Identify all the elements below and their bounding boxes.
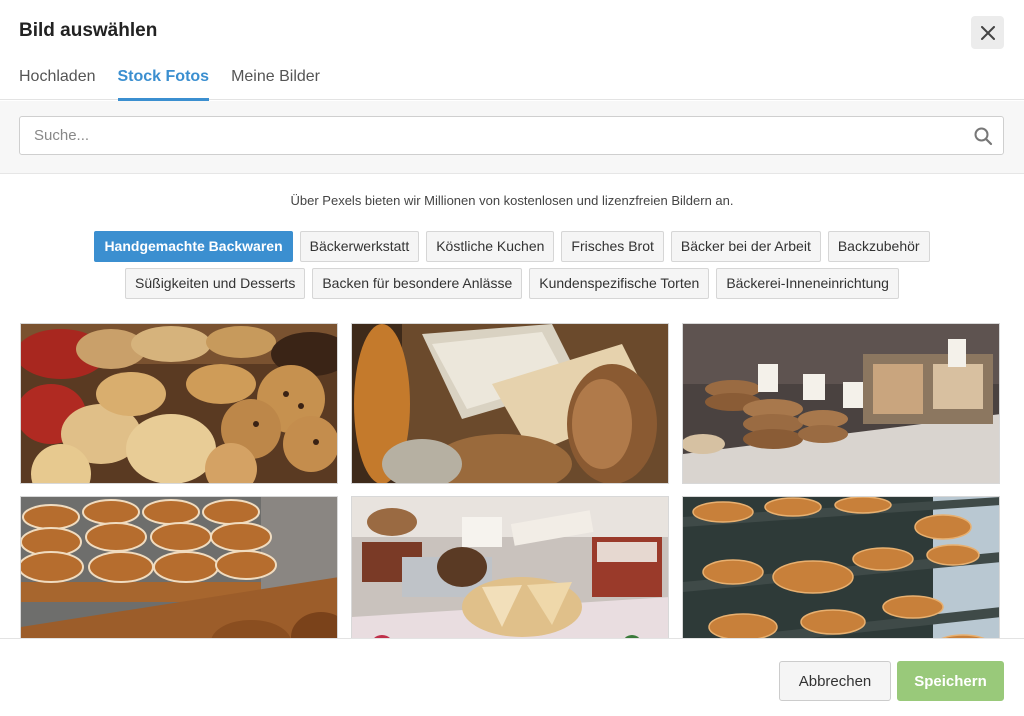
cookies-in-display-case-photo[interactable]	[682, 323, 1000, 484]
cancel-button[interactable]: Abbrechen	[779, 661, 891, 701]
tab-stock-photos[interactable]: Stock Fotos	[117, 68, 210, 101]
chip-delicious-cakes[interactable]: Köstliche Kuchen	[426, 231, 555, 262]
chip-baking-special-occasions[interactable]: Backen für besondere Anlässe	[312, 268, 523, 299]
sliced-bread-photo[interactable]	[351, 323, 669, 484]
chip-custom-cakes[interactable]: Kundenspezifische Torten	[529, 268, 710, 299]
chip-bakery-workshop[interactable]: Bäckerwerkstatt	[299, 231, 420, 262]
select-image-dialog: Bild auswählen Hochladen Stock Fotos Mei…	[0, 0, 1024, 716]
search-area	[0, 101, 1024, 174]
tab-upload[interactable]: Hochladen	[19, 68, 96, 101]
save-button[interactable]: Speichern	[897, 661, 1004, 701]
chip-fresh-bread[interactable]: Frisches Brot	[561, 231, 664, 262]
chip-bakery-interior[interactable]: Bäckerei-Inneneinrichtung	[716, 268, 899, 299]
chip-row-2: Süßigkeiten und Desserts Backen für beso…	[0, 268, 1024, 299]
pexels-info-text: Über Pexels bieten wir Millionen von kos…	[290, 193, 734, 208]
close-button[interactable]	[971, 16, 1004, 49]
chip-baker-at-work[interactable]: Bäcker bei der Arbeit	[670, 231, 821, 262]
pastry-shelves-photo[interactable]	[682, 496, 1000, 638]
dialog-footer: Abbrechen Speichern	[0, 638, 1024, 716]
search-input[interactable]	[34, 117, 954, 154]
category-chips: Handgemachte Backwaren Bäckerwerkstatt K…	[0, 231, 1024, 305]
close-icon	[980, 25, 995, 40]
dialog-title: Bild auswählen	[19, 20, 158, 41]
scones-and-cookies-photo[interactable]	[20, 323, 338, 484]
search-box	[19, 116, 1004, 155]
tab-my-images[interactable]: Meine Bilder	[231, 68, 320, 101]
bakery-table-display-photo[interactable]	[351, 496, 669, 638]
chip-row-1: Handgemachte Backwaren Bäckerwerkstatt K…	[0, 231, 1024, 262]
dialog-header: Bild auswählen Hochladen Stock Fotos Mei…	[0, 0, 1024, 101]
chip-sweets-desserts[interactable]: Süßigkeiten und Desserts	[125, 268, 306, 299]
chip-handmade-baked-goods[interactable]: Handgemachte Backwaren	[94, 231, 293, 262]
cinnamon-rolls-tray-photo[interactable]	[20, 496, 338, 638]
tab-bar: Hochladen Stock Fotos Meine Bilder	[19, 68, 342, 101]
chip-baking-supplies[interactable]: Backzubehör	[827, 231, 930, 262]
search-icon[interactable]	[973, 126, 993, 146]
photo-grid	[20, 323, 1001, 638]
